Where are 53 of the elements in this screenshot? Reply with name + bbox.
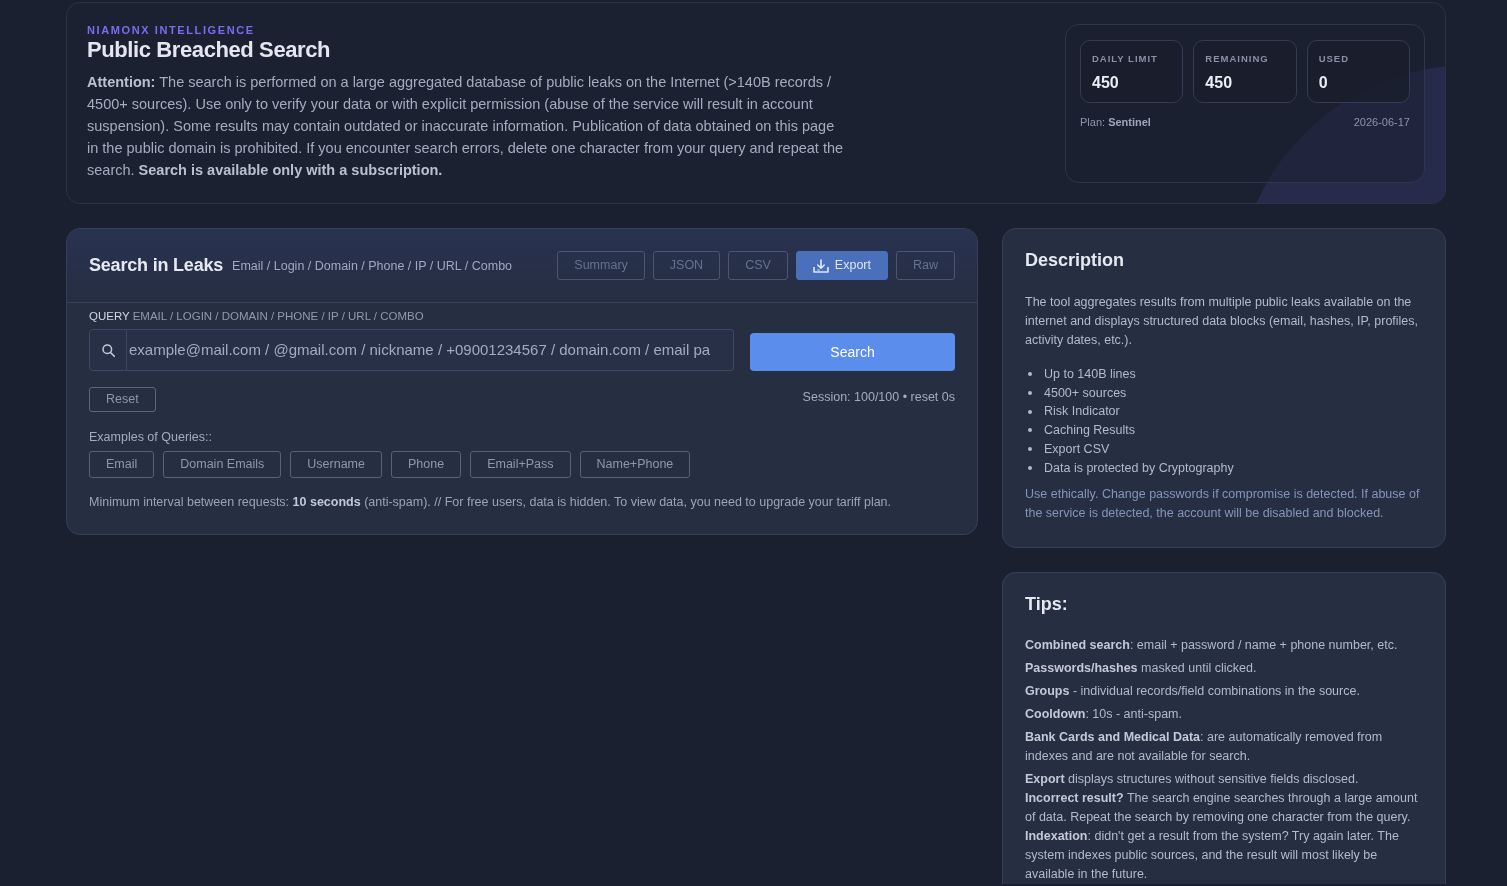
stat-label: REMAINING: [1205, 53, 1270, 65]
tip-text: Groups - individual records/field combinations in the source.: [1025, 683, 1361, 701]
bullet-icon: [1028, 428, 1032, 433]
example-button[interactable]: Phone: [391, 451, 462, 478]
tip-text: Cooldown: 10s - anti-spam.: [1025, 706, 1183, 724]
stat-value: 450: [1092, 73, 1120, 93]
card-title: Tips:: [1025, 593, 1069, 616]
search-button[interactable]: Search: [750, 333, 955, 371]
page-title: Public Breached Search: [87, 37, 332, 63]
usage-note: Use ethically. Change passwords if compromise is detected. If abuse of the service is detected, the account will be disabled and blocked.: [1025, 486, 1421, 523]
feature-text: Up to 140B lines: [1044, 366, 1136, 383]
card-title: Description: [1025, 249, 1126, 271]
example-button[interactable]: Domain Emails: [163, 451, 282, 478]
example-button[interactable]: Email: [89, 451, 155, 478]
bullet-icon: [1028, 372, 1032, 377]
tip-text: Export displays structures without sensitive fields disclosed.: [1025, 771, 1360, 789]
brand-label: NIAMONX INTELLIGENCE: [87, 23, 256, 37]
date-text: 2026-06-17: [1353, 115, 1410, 130]
stat-value: 450: [1205, 73, 1234, 93]
stat-value: 0: [1318, 73, 1329, 93]
search-icon: [101, 343, 115, 357]
session-text: Session: 100/100 • reset 0s: [802, 389, 955, 406]
panel-title: Search in Leaks: [89, 254, 224, 277]
example-button[interactable]: Email+Pass: [470, 451, 571, 478]
description-text: The tool aggregates results from multiple public leaks available on the internet and displays structured data blocks (email, hashes, IP, profiles, activity dates, etc.).: [1025, 294, 1420, 349]
tip-text: Incorrect result? The search engine searches through a large amount of data. Repeat the search by removing one character from the query.: [1025, 790, 1419, 827]
example-button[interactable]: Username: [290, 451, 382, 478]
notice-text: Attention: The search is performed on a large aggregated database of public leaks on the Internet (>140B records / 4500+ sources). Use only to verify your data or with explicit permission (abuse of the service will result in account suspension). Some results may contain outdated or inaccurate information. Publication of data obtained on this page in the public domain is prohibited. If you encounter search errors, delete one character from your query and repeat the search. Search is available only with a subscription.: [87, 73, 844, 180]
stat-label: USED: [1318, 53, 1351, 65]
search-field[interactable]: example@mail.com / @gmail.com / nickname / +09001234567 / domain.com / email pa: [127, 329, 734, 371]
feature-text: Caching Results: [1044, 422, 1135, 440]
bullet-icon: [1028, 465, 1032, 470]
stat-label: DAILY LIMIT: [1092, 53, 1159, 65]
tip-text: Indexation: didn't get a result from the system? Try again later. The system indexes public sources, and the result will most likely be available in the future.: [1025, 828, 1400, 884]
feature-text: Risk Indicator: [1044, 403, 1120, 421]
field-label: QUERY EMAIL / LOGIN / DOMAIN / PHONE / IP / URL / COMBO: [89, 309, 425, 324]
tip-text: Combined search: email + password / name + phone number, etc.: [1025, 637, 1399, 655]
examples-label: Examples of Queries::: [89, 429, 213, 445]
feature-text: Data is protected by Cryptography: [1044, 459, 1234, 477]
toolbar-button[interactable]: Export: [795, 251, 888, 280]
bullet-icon: [1028, 391, 1032, 396]
bullet-icon: [1028, 447, 1032, 452]
feature-text: Export CSV: [1044, 440, 1110, 458]
plan-text: Plan: Sentinel: [1080, 115, 1151, 130]
tip-text: Bank Cards and Medical Data: are automatically removed from indexes and are not available for search.: [1025, 729, 1384, 766]
download-icon: [812, 258, 829, 273]
bullet-icon: [1028, 409, 1032, 414]
example-button[interactable]: Name+Phone: [579, 451, 691, 478]
reset-button[interactable]: Reset: [89, 387, 156, 412]
tip-text: Passwords/hashes masked until clicked.: [1025, 660, 1258, 678]
note-text: Minimum interval between requests: 10 seconds (anti-spam). // For free users, data is hidden. To view data, you need to upgrade your tariff plan.: [89, 494, 893, 511]
feature-text: 4500+ sources: [1044, 384, 1127, 402]
panel-subtitle: Email / Login / Domain / Phone / IP / URL / Combo: [232, 258, 513, 276]
